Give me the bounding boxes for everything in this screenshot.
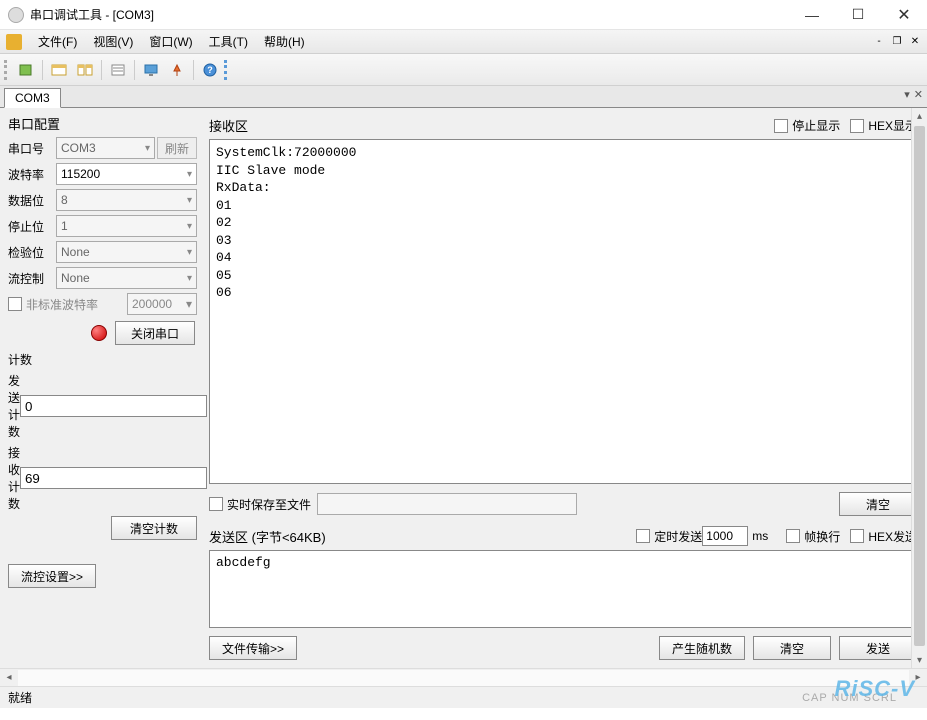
mdi-restore-button[interactable]: ❐ [889, 35, 905, 49]
chevron-down-icon: ▾ [187, 273, 192, 284]
chevron-down-icon: ▾ [187, 221, 192, 232]
toolbar-window2-icon[interactable] [73, 58, 97, 82]
menubar-app-icon [6, 34, 22, 50]
toolbar-grip2-icon [224, 60, 230, 80]
scroll-up-icon[interactable]: ▴ [912, 108, 927, 124]
horizontal-scrollbar[interactable]: ◂ ▸ [0, 668, 927, 686]
chevron-down-icon: ▾ [186, 297, 192, 311]
scroll-down-icon[interactable]: ▾ [912, 652, 927, 668]
ms-label: ms [752, 529, 768, 543]
toolbar-grip-icon [4, 60, 10, 80]
vertical-scrollbar[interactable]: ▴ ▾ [911, 108, 927, 668]
stopbits-select[interactable]: 1▾ [56, 215, 197, 237]
menu-view[interactable]: 视图(V) [85, 33, 141, 50]
toolbar-new-icon[interactable] [14, 58, 38, 82]
recv-title: 接收区 [209, 116, 764, 135]
counts-group-title: 计数 [8, 351, 197, 368]
toolbar: ? [0, 54, 927, 86]
send-count-input[interactable] [20, 395, 207, 417]
app-icon [8, 7, 24, 23]
stopbits-label: 停止位 [8, 218, 56, 235]
main-panel: 接收区 停止显示 HEX显示 SystemClk:72000000 IIC Sl… [205, 108, 927, 668]
flow-select[interactable]: None▾ [56, 267, 197, 289]
random-button[interactable]: 产生随机数 [659, 636, 745, 660]
config-group-title: 串口配置 [8, 114, 197, 133]
menu-tools[interactable]: 工具(T) [201, 33, 256, 50]
send-title: 发送区 (字节<64KB) [209, 527, 326, 546]
chevron-down-icon: ▾ [145, 143, 150, 154]
recv-count-input[interactable] [20, 467, 207, 489]
tab-bar: COM3 ▾ ✕ [0, 86, 927, 108]
databits-label: 数据位 [8, 192, 56, 209]
nonstd-checkbox[interactable] [8, 297, 22, 311]
title-bar: 串口调试工具 - [COM3] — ☐ ✕ [0, 0, 927, 30]
nonstd-label: 非标准波特率 [26, 296, 127, 313]
connection-status-icon [91, 325, 107, 341]
menu-file[interactable]: 文件(F) [30, 33, 85, 50]
tab-dropdown-icon[interactable]: ▾ [904, 88, 910, 101]
refresh-button[interactable]: 刷新 [157, 137, 197, 159]
save-path-input[interactable] [317, 493, 577, 515]
toolbar-list-icon[interactable] [106, 58, 130, 82]
config-panel: 串口配置 串口号 COM3▾ 刷新 波特率 115200▾ 数据位 8▾ 停止位… [0, 108, 205, 668]
file-transfer-button[interactable]: 文件传输>> [209, 636, 297, 660]
send-button[interactable]: 发送 [839, 636, 917, 660]
timed-send-checkbox[interactable]: 定时发送 [636, 528, 702, 545]
send-clear-button[interactable]: 清空 [753, 636, 831, 660]
svg-text:?: ? [207, 65, 213, 75]
recv-count-label: 接收计数 [8, 444, 20, 512]
baud-select[interactable]: 115200▾ [56, 163, 197, 185]
content-area: 串口配置 串口号 COM3▾ 刷新 波特率 115200▾ 数据位 8▾ 停止位… [0, 108, 927, 668]
mdi-close-button[interactable]: ✕ [907, 35, 923, 49]
save-to-file-checkbox[interactable]: 实时保存至文件 [209, 496, 311, 513]
menu-help[interactable]: 帮助(H) [256, 33, 313, 50]
port-select[interactable]: COM3▾ [56, 137, 155, 159]
toolbar-monitor-icon[interactable] [139, 58, 163, 82]
maximize-button[interactable]: ☐ [835, 0, 881, 30]
frame-wrap-checkbox[interactable]: 帧换行 [786, 528, 840, 545]
mdi-minimize-button[interactable]: - [871, 35, 887, 49]
menu-bar: 文件(F) 视图(V) 窗口(W) 工具(T) 帮助(H) - ❐ ✕ [0, 30, 927, 54]
send-count-label: 发送计数 [8, 372, 20, 440]
parity-select[interactable]: None▾ [56, 241, 197, 263]
chevron-down-icon: ▾ [187, 195, 192, 206]
chevron-down-icon: ▾ [187, 247, 192, 258]
toolbar-help-icon[interactable]: ? [198, 58, 222, 82]
clear-count-button[interactable]: 清空计数 [111, 516, 197, 540]
mdi-controls: - ❐ ✕ [871, 35, 923, 49]
baud-label: 波特率 [8, 166, 56, 183]
stop-display-checkbox[interactable]: 停止显示 [774, 117, 840, 134]
window-controls: — ☐ ✕ [789, 0, 927, 30]
flow-label: 流控制 [8, 270, 56, 287]
parity-label: 检验位 [8, 244, 56, 261]
recv-textarea[interactable]: SystemClk:72000000 IIC Slave mode RxData… [209, 139, 917, 484]
toolbar-window1-icon[interactable] [47, 58, 71, 82]
interval-input[interactable] [702, 526, 748, 546]
port-label: 串口号 [8, 140, 56, 157]
tab-com3[interactable]: COM3 [4, 88, 61, 108]
close-button[interactable]: ✕ [881, 0, 927, 30]
minimize-button[interactable]: — [789, 0, 835, 30]
window-title: 串口调试工具 - [COM3] [30, 6, 789, 23]
tab-close-icon[interactable]: ✕ [914, 88, 923, 101]
menu-window[interactable]: 窗口(W) [141, 33, 200, 50]
status-bar: 就绪 CAP NUM SCRL [0, 686, 927, 708]
flow-settings-button[interactable]: 流控设置>> [8, 564, 96, 588]
recv-clear-button[interactable]: 清空 [839, 492, 917, 516]
toolbar-pin-icon[interactable] [165, 58, 189, 82]
hex-display-checkbox[interactable]: HEX显示 [850, 117, 917, 134]
hex-send-checkbox[interactable]: HEX发送 [850, 528, 917, 545]
chevron-down-icon: ▾ [187, 169, 192, 180]
scroll-left-icon[interactable]: ◂ [0, 669, 18, 687]
scroll-thumb[interactable] [914, 126, 925, 646]
nonstd-input[interactable]: 200000▾ [127, 293, 197, 315]
send-textarea[interactable]: abcdefg [209, 550, 917, 628]
status-ready: 就绪 [8, 689, 32, 706]
watermark-text: RiSC-V [834, 676, 915, 702]
databits-select[interactable]: 8▾ [56, 189, 197, 211]
close-port-button[interactable]: 关闭串口 [115, 321, 195, 345]
